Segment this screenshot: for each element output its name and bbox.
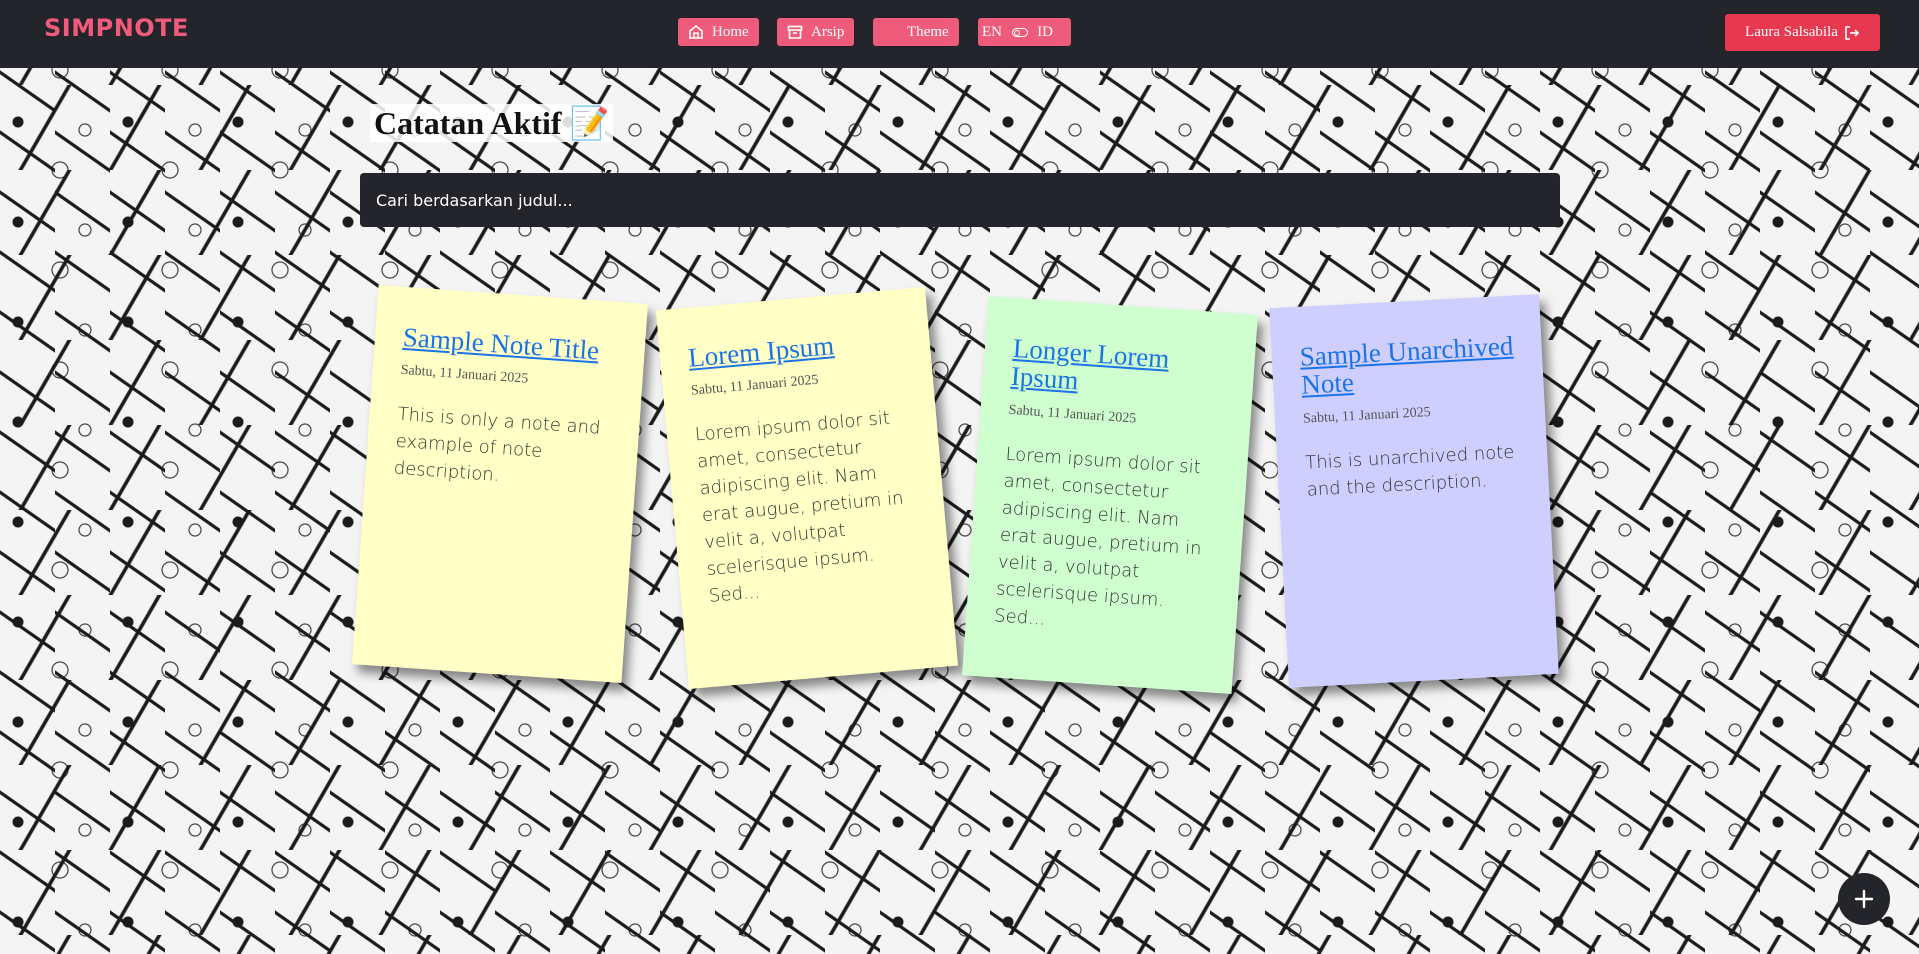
nav-archive-label: Arsip: [811, 23, 845, 40]
note-title-link[interactable]: Lorem Ipsum: [687, 325, 903, 373]
note-date: Sabtu, 11 Januari 2025: [690, 372, 820, 400]
navbar: SIMPNOTE Home Arsip Theme EN ID Laura Sa…: [0, 0, 1919, 68]
note-date: Sabtu, 11 Januari 2025: [1008, 402, 1137, 427]
moon-icon: [883, 24, 899, 40]
toggle-icon: [1011, 27, 1028, 37]
add-note-button[interactable]: [1838, 873, 1890, 925]
nav-home-label: Home: [712, 23, 749, 40]
nav-archive-button[interactable]: Arsip: [777, 18, 855, 46]
note-card[interactable]: Sample Note Title Sabtu, 11 Januari 2025…: [352, 285, 648, 683]
home-icon: [688, 24, 704, 40]
note-body: This is only a note and example of note …: [393, 404, 602, 487]
plus-icon: [1852, 887, 1876, 911]
note-title-link[interactable]: Longer Lorem Ipsum: [1010, 333, 1227, 405]
note-card[interactable]: Longer Lorem Ipsum Sabtu, 11 Januari 202…: [962, 296, 1258, 694]
app-logo[interactable]: SIMPNOTE: [44, 14, 189, 42]
note-date: Sabtu, 11 Januari 2025: [400, 363, 529, 388]
nav-theme-label: Theme: [907, 23, 949, 40]
language-toggle[interactable]: EN ID: [978, 18, 1071, 46]
note-body: Lorem ipsum dolor sit amet, consectetur …: [694, 407, 905, 608]
lang-en-label: EN: [982, 23, 1002, 40]
nav-home-button[interactable]: Home: [678, 18, 759, 46]
note-date: Sabtu, 11 Januari 2025: [1302, 404, 1432, 427]
logout-button[interactable]: Laura Salsabila: [1725, 14, 1880, 51]
note-card[interactable]: Sample Unarchived Note Sabtu, 11 Januari…: [1269, 294, 1559, 688]
page-title: Catatan Aktif 📝: [370, 104, 614, 142]
note-title-link[interactable]: Sample Unarchived Note: [1299, 331, 1516, 400]
note-card[interactable]: Lorem Ipsum Sabtu, 11 Januari 2025 Lorem…: [655, 286, 959, 690]
logout-icon: [1844, 25, 1860, 41]
lang-id-label: ID: [1037, 23, 1053, 40]
note-body: This is unarchived note and the descript…: [1304, 441, 1515, 501]
search-input[interactable]: [360, 173, 1560, 227]
nav-theme-button[interactable]: Theme: [873, 18, 959, 46]
note-title-link[interactable]: Sample Note Title: [402, 322, 617, 366]
user-name: Laura Salsabila: [1745, 24, 1838, 40]
archive-icon: [787, 24, 803, 40]
note-body: Lorem ipsum dolor sit amet, consectetur …: [993, 443, 1203, 630]
